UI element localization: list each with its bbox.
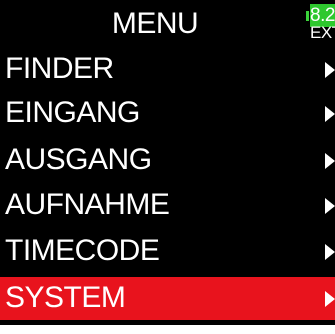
menu-header: MENU 8.2 EXT (0, 0, 335, 47)
menu-panel: MENU 8.2 EXT FINDER EINGANG AUSGANG AUFN… (0, 0, 335, 325)
battery-indicator: 8.2 EXT (306, 4, 335, 42)
power-source-label: EXT (310, 23, 335, 42)
chevron-right-icon (325, 198, 335, 214)
menu-item-label: SYSTEM (5, 281, 126, 314)
menu-item-aufnahme[interactable]: AUFNAHME (0, 184, 335, 227)
menu-item-label: FINDER (5, 52, 114, 85)
menu-item-system[interactable]: SYSTEM (0, 277, 335, 320)
chevron-right-icon (325, 62, 335, 78)
page-title: MENU (111, 7, 199, 40)
chevron-right-icon (325, 153, 335, 169)
menu-item-label: AUFNAHME (5, 188, 170, 221)
battery-icon (306, 11, 309, 21)
menu-item-label: EINGANG (5, 96, 140, 129)
menu-item-eingang[interactable]: EINGANG (0, 92, 335, 135)
chevron-right-icon (325, 106, 335, 122)
device-screen: MENU 8.2 EXT FINDER EINGANG AUSGANG AUFN… (0, 0, 335, 334)
menu-item-timecode[interactable]: TIMECODE (0, 230, 335, 273)
menu-item-label: AUSGANG (5, 143, 152, 176)
chevron-right-icon (325, 291, 335, 307)
menu-item-ausgang[interactable]: AUSGANG (0, 139, 335, 182)
chevron-right-icon (325, 244, 335, 260)
menu-item-finder[interactable]: FINDER (0, 48, 335, 91)
menu-item-label: TIMECODE (5, 234, 160, 267)
